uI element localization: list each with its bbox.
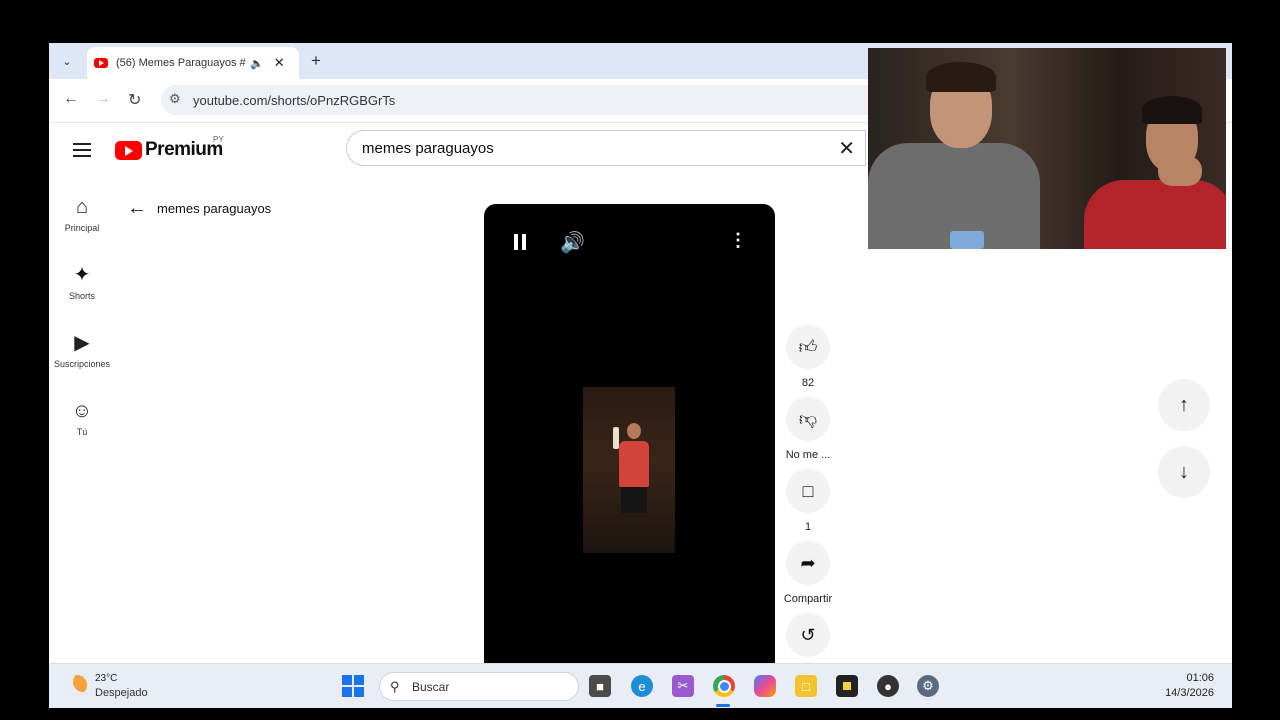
clock-time[interactable]: 01:06 [1186, 672, 1214, 684]
youtube-premium-logo[interactable]: Premium PY [115, 135, 224, 161]
sidebar-item-you[interactable]: ☺ Tú [49, 399, 115, 437]
back-label: memes paraguayos [157, 201, 272, 216]
remix-icon: ↺ [786, 613, 830, 657]
sidebar-item-subscriptions[interactable]: ▶ Suscripciones [49, 331, 115, 369]
search-input[interactable]: memes paraguayos ✕ [346, 130, 866, 166]
youtube-favicon-icon [94, 58, 108, 68]
person-right-hair [1142, 96, 1202, 124]
tab-title: (56) Memes Paraguayos #h [116, 57, 246, 69]
chevron-down-icon: ⌄ [62, 55, 72, 68]
copilot-icon[interactable] [754, 675, 776, 697]
menu-icon[interactable] [73, 143, 91, 161]
shorts-player[interactable]: 🔊 ⋮ [484, 204, 775, 664]
snipping-tool-icon[interactable]: ✂ [672, 675, 694, 697]
logo-brand-text: Premium [145, 139, 223, 160]
reload-icon[interactable]: ↻ [128, 90, 141, 110]
clear-search-icon[interactable]: ✕ [838, 136, 855, 161]
windows-taskbar: 23°C Despejado ⚲ Buscar ■ e ✂ □ ● ⚙ 01:0… [49, 663, 1232, 708]
windows-start-icon[interactable] [342, 675, 364, 697]
person-shorts-shape [621, 487, 647, 513]
edge-browser-icon[interactable]: e [631, 675, 653, 697]
dislike-label: No me ... [785, 449, 831, 461]
remix-button[interactable]: ↺ [783, 613, 833, 657]
clock-date[interactable]: 14/3/2026 [1165, 687, 1214, 699]
pause-icon[interactable] [514, 234, 526, 250]
subscriptions-icon: ▶ [74, 332, 90, 354]
share-icon: ➦ [786, 541, 830, 585]
address-bar[interactable]: ⚙ youtube.com/shorts/oPnzRGBGrTs [161, 85, 981, 115]
site-settings-icon[interactable]: ⚙ [169, 91, 181, 107]
back-to-search-link[interactable]: ← memes paraguayos [127, 197, 271, 220]
tab-search-button[interactable]: ⌄ [55, 50, 79, 72]
you-icon: ☺ [71, 400, 93, 422]
active-app-indicator [716, 704, 730, 707]
home-icon: ⌂ [75, 196, 89, 218]
search-icon: ⚲ [390, 679, 400, 694]
url-text: youtube.com/shorts/oPnzRGBGrTs [193, 93, 396, 108]
thumbs-down-icon: 👎︎ [786, 397, 830, 441]
dislike-button[interactable]: 👎︎ No me ... [783, 397, 833, 461]
more-options-icon[interactable]: ⋮ [729, 230, 747, 251]
person-head-shape [627, 423, 641, 439]
file-explorer-icon[interactable]: □ [795, 675, 817, 697]
video-frame [583, 387, 675, 553]
temperature: 23°C [95, 673, 118, 684]
taskbar-search-placeholder: Buscar [412, 680, 450, 694]
logo-country-code: PY [213, 135, 224, 144]
search-value: memes paraguayos [362, 140, 494, 157]
weather-condition: Despejado [95, 687, 148, 699]
comment-count: 1 [804, 521, 812, 533]
back-arrow-icon[interactable]: ← [63, 90, 79, 108]
sidebar-item-label: Tú [76, 427, 88, 437]
volume-icon[interactable]: 🔊 [560, 230, 585, 255]
webcam-overlay [868, 48, 1226, 249]
share-button[interactable]: ➦ Compartir [783, 541, 833, 605]
settings-gear-icon[interactable]: ⚙ [917, 675, 939, 697]
sidebar-item-shorts[interactable]: ✦ Shorts [49, 263, 115, 301]
youtube-logo-icon [115, 140, 142, 160]
forward-arrow-icon[interactable]: → [95, 90, 111, 108]
taskbar-search-input[interactable]: ⚲ Buscar [379, 672, 579, 701]
comment-icon: □ [786, 469, 830, 513]
sidebar-item-home[interactable]: ⌂ Principal [49, 195, 115, 233]
chrome-browser-icon[interactable] [713, 675, 735, 697]
sidebar-item-label: Principal [64, 223, 100, 233]
comments-button[interactable]: □ 1 [783, 469, 833, 533]
back-arrow-icon: ← [127, 197, 147, 219]
next-short-button[interactable]: ↓ [1158, 446, 1210, 498]
arrow-up-icon: ↑ [1179, 393, 1189, 416]
person-shirt-shape [619, 441, 649, 487]
task-view-icon[interactable]: ■ [589, 675, 611, 697]
like-count: 82 [801, 377, 815, 389]
person-left-hair [926, 62, 996, 92]
sidebar-item-label: Shorts [68, 291, 95, 301]
cup-shape [950, 231, 984, 249]
arrow-down-icon: ↓ [1179, 460, 1189, 483]
moon-weather-icon[interactable] [67, 675, 87, 695]
shorts-icon: ✦ [73, 264, 91, 286]
new-tab-plus-icon[interactable]: + [311, 51, 321, 71]
previous-short-button[interactable]: ↑ [1158, 379, 1210, 431]
share-label: Compartir [783, 593, 833, 605]
obs-studio-icon[interactable]: ● [877, 675, 899, 697]
person-right-body [1084, 180, 1226, 249]
speaker-icon[interactable]: 🔈 [250, 57, 264, 70]
thumbs-up-icon: 👍︎ [786, 325, 830, 369]
like-button[interactable]: 👍︎ 82 [783, 325, 833, 389]
sidebar-item-label: Suscripciones [53, 359, 111, 369]
person-right-hands [1158, 156, 1202, 186]
browser-tab[interactable]: (56) Memes Paraguayos #h 🔈 ✕ [87, 47, 299, 79]
close-tab-icon[interactable]: ✕ [274, 55, 285, 71]
sticky-notes-icon[interactable] [836, 675, 858, 697]
